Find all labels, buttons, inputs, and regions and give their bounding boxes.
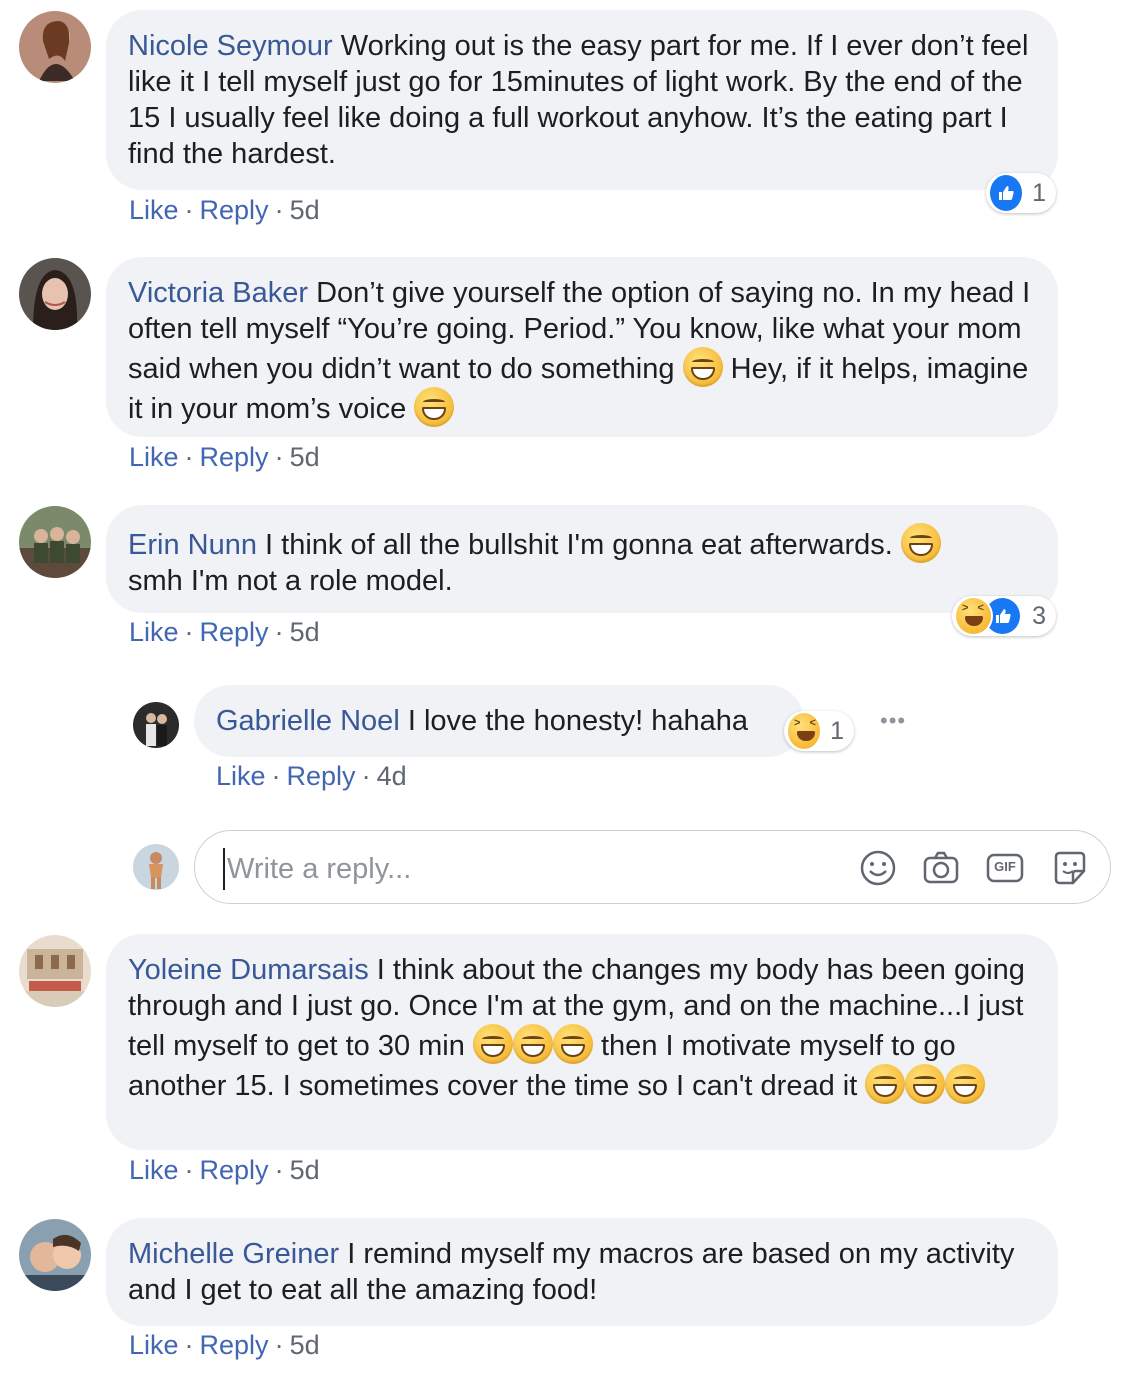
- avatar[interactable]: [19, 258, 91, 330]
- comment-actions: Like · Reply · 5d: [129, 195, 320, 226]
- separator: ·: [274, 1330, 284, 1360]
- reply-button[interactable]: Reply: [200, 617, 269, 647]
- comment-bubble: Yoleine Dumarsais I think about the chan…: [106, 934, 1058, 1150]
- comment-timestamp[interactable]: 5d: [290, 1330, 320, 1360]
- separator: ·: [184, 1155, 194, 1185]
- emoji-icon[interactable]: [859, 849, 897, 887]
- separator: ·: [184, 617, 194, 647]
- tears-of-joy-emoji-icon: [472, 1024, 513, 1064]
- like-button[interactable]: Like: [129, 442, 179, 472]
- like-button[interactable]: Like: [216, 761, 266, 791]
- comment-timestamp[interactable]: 5d: [290, 195, 320, 225]
- reaction-summary[interactable]: 3: [952, 596, 1056, 636]
- like-button[interactable]: Like: [129, 617, 179, 647]
- avatar[interactable]: [19, 11, 91, 83]
- reply-button[interactable]: Reply: [200, 442, 269, 472]
- avatar[interactable]: [19, 1219, 91, 1291]
- grinning-emoji-icon: [414, 387, 455, 427]
- comment-author[interactable]: Erin Nunn: [128, 529, 257, 561]
- tears-of-joy-emoji-icon: [905, 1064, 946, 1104]
- like-icon: [988, 173, 1025, 213]
- reply-timestamp[interactable]: 4d: [377, 761, 407, 791]
- grinning-sweat-emoji-icon: [682, 347, 723, 387]
- haha-icon: [786, 711, 823, 751]
- current-user-avatar[interactable]: [133, 844, 179, 890]
- reaction-count: 1: [830, 716, 844, 745]
- avatar[interactable]: [133, 702, 179, 748]
- separator: ·: [184, 442, 194, 472]
- separator: ·: [274, 195, 284, 225]
- reply-bubble: Gabrielle Noel I love the honesty! hahah…: [194, 685, 804, 757]
- like-button[interactable]: Like: [129, 195, 179, 225]
- comment-author[interactable]: Victoria Baker: [128, 277, 308, 309]
- avatar[interactable]: [19, 506, 91, 578]
- comment-timestamp[interactable]: 5d: [290, 442, 320, 472]
- comment-timestamp[interactable]: 5d: [290, 1155, 320, 1185]
- tears-of-joy-emoji-icon: [900, 523, 941, 563]
- comment-text: smh I'm not a role model.: [128, 565, 453, 597]
- comment-text: I think of all the bullshit I'm gonna ea…: [265, 529, 893, 561]
- separator: ·: [274, 617, 284, 647]
- reply-button[interactable]: Reply: [200, 1330, 269, 1360]
- reaction-count: 1: [1032, 178, 1046, 207]
- comment-actions: Like · Reply · 5d: [129, 1155, 320, 1186]
- comment-bubble: Michelle Greiner I remind myself my macr…: [106, 1218, 1058, 1326]
- reply-composer: GIF: [194, 830, 1111, 904]
- tears-of-joy-emoji-icon: [552, 1024, 593, 1064]
- comment-timestamp[interactable]: 5d: [290, 617, 320, 647]
- comment-author[interactable]: Michelle Greiner: [128, 1238, 339, 1270]
- like-button[interactable]: Like: [129, 1155, 179, 1185]
- avatar[interactable]: [19, 935, 91, 1007]
- reaction-summary[interactable]: 1: [986, 173, 1056, 213]
- haha-icon: [954, 596, 994, 636]
- separator: ·: [184, 195, 194, 225]
- reply-actions: Like · Reply · 4d: [216, 761, 407, 792]
- reply-input[interactable]: [223, 848, 829, 890]
- reaction-summary[interactable]: 1: [784, 711, 854, 751]
- comment-bubble: Erin Nunn I think of all the bullshit I'…: [106, 505, 1058, 613]
- reply-button[interactable]: Reply: [200, 1155, 269, 1185]
- tears-of-joy-emoji-icon: [512, 1024, 553, 1064]
- separator: ·: [184, 1330, 194, 1360]
- comment-actions: Like · Reply · 5d: [129, 617, 320, 648]
- reply-button[interactable]: Reply: [287, 761, 356, 791]
- separator: ·: [271, 761, 281, 791]
- reply-button[interactable]: Reply: [200, 195, 269, 225]
- comment-actions: Like · Reply · 5d: [129, 1330, 320, 1361]
- sticker-icon[interactable]: [1051, 849, 1089, 887]
- reaction-count: 3: [1032, 601, 1046, 630]
- reply-text: I love the honesty! hahaha: [407, 705, 749, 737]
- comment-actions: Like · Reply · 5d: [129, 442, 320, 473]
- comment-author[interactable]: Yoleine Dumarsais: [128, 954, 369, 986]
- tears-of-joy-emoji-icon: [865, 1064, 906, 1104]
- comment-author[interactable]: Nicole Seymour: [128, 30, 333, 62]
- gif-icon[interactable]: GIF: [986, 849, 1024, 887]
- comment-bubble: Victoria Baker Don’t give yourself the o…: [106, 257, 1058, 437]
- gif-label: GIF: [994, 859, 1016, 874]
- more-options-button[interactable]: •••: [880, 708, 906, 734]
- separator: ·: [361, 761, 371, 791]
- tears-of-joy-emoji-icon: [945, 1064, 986, 1104]
- separator: ·: [274, 1155, 284, 1185]
- camera-icon[interactable]: [922, 849, 960, 887]
- like-button[interactable]: Like: [129, 1330, 179, 1360]
- reply-author[interactable]: Gabrielle Noel: [216, 705, 400, 737]
- separator: ·: [274, 442, 284, 472]
- comment-bubble: Nicole Seymour Working out is the easy p…: [106, 10, 1058, 190]
